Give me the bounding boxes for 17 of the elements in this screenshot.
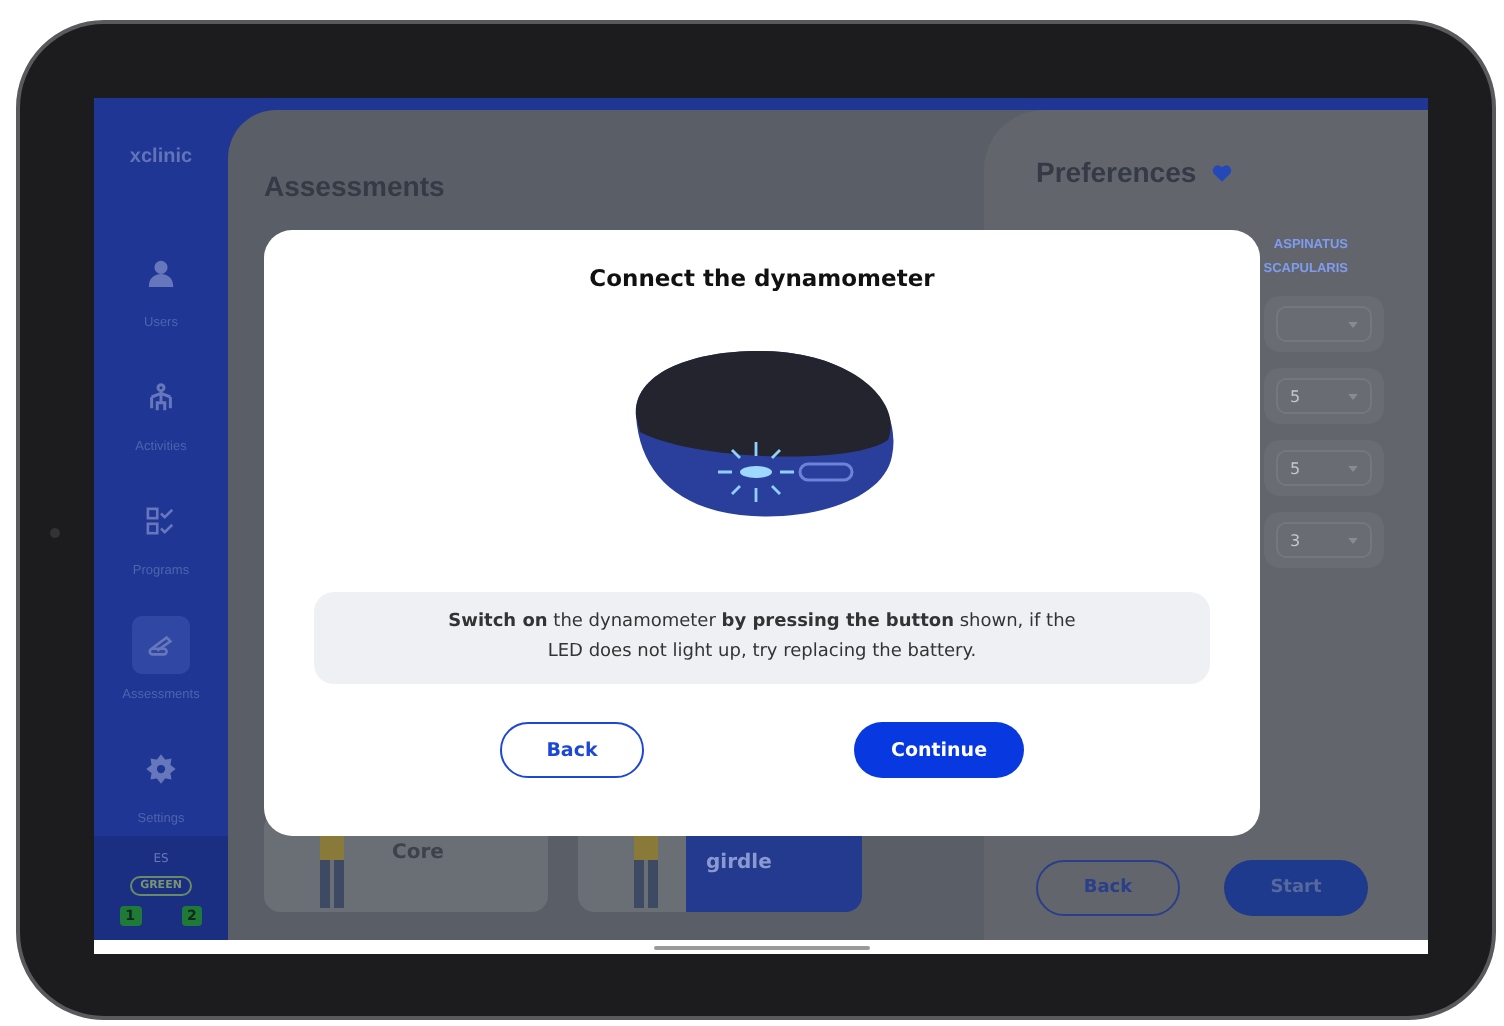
dynamometer-icon — [132, 616, 190, 674]
dropdown-value: 5 — [1290, 459, 1301, 477]
camera-dot — [50, 528, 60, 538]
back-button[interactable]: Back — [500, 722, 644, 778]
app-logo: xclinic — [129, 146, 193, 168]
value-dropdown[interactable]: 3 — [1276, 522, 1372, 558]
back-button[interactable]: Back — [1036, 860, 1180, 916]
value-dropdown[interactable] — [1276, 306, 1372, 342]
dropdown-value: 3 — [1290, 531, 1301, 549]
start-button[interactable]: Start — [1224, 860, 1368, 916]
continue-button[interactable]: Continue — [854, 722, 1024, 778]
dropdown-value: 5 — [1290, 387, 1301, 405]
value-dropdown[interactable]: 5 — [1276, 450, 1372, 486]
instruction-text: Switch on the dynamometer by pressing the button shown, if the LED does not light up, try replacing the battery. — [314, 592, 1210, 684]
heart-icon — [1212, 163, 1233, 181]
dialog-title: Connect the dynamometer — [589, 264, 935, 292]
value-dropdown[interactable]: 5 — [1276, 378, 1372, 414]
